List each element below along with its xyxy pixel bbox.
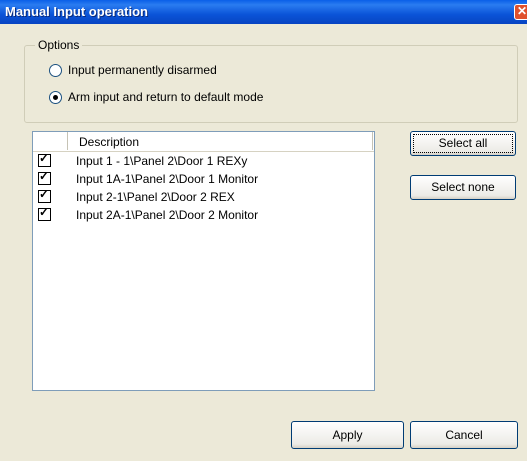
apply-label: Apply (332, 428, 363, 442)
input-list[interactable]: Description ✓ Input 1 - 1\Panel 2\Door 1… (32, 131, 375, 391)
focus-rectangle (413, 134, 513, 153)
checkmark-icon: ✓ (39, 169, 50, 183)
row-description: Input 1 - 1\Panel 2\Door 1 REXy (76, 154, 248, 168)
cancel-label: Cancel (445, 428, 483, 442)
row-description: Input 2-1\Panel 2\Door 2 REX (76, 190, 235, 204)
cancel-button[interactable]: Cancel (410, 421, 518, 449)
dialog-body: Options Input permanently disarmed Arm i… (0, 24, 527, 461)
radio-button[interactable] (49, 63, 62, 77)
header-checkbox-column[interactable] (33, 132, 68, 150)
row-checkbox[interactable]: ✓ (38, 169, 51, 185)
list-header: Description (33, 132, 374, 152)
list-item[interactable]: ✓ Input 1A-1\Panel 2\Door 1 Monitor (33, 170, 374, 188)
options-groupbox (24, 45, 518, 123)
row-checkbox[interactable]: ✓ (38, 151, 51, 167)
close-icon: ✕ (517, 4, 527, 18)
list-item[interactable]: ✓ Input 1 - 1\Panel 2\Door 1 REXy (33, 152, 374, 170)
checkmark-icon: ✓ (39, 205, 50, 219)
row-checkbox[interactable]: ✓ (38, 205, 51, 221)
checkmark-icon: ✓ (39, 151, 50, 165)
radio-label: Input permanently disarmed (68, 63, 217, 77)
radio-permanently-disarmed[interactable]: Input permanently disarmed (49, 62, 217, 78)
list-item[interactable]: ✓ Input 2-1\Panel 2\Door 2 REX (33, 188, 374, 206)
title-bar: Manual Input operation ✕ (0, 0, 527, 24)
row-checkbox[interactable]: ✓ (38, 187, 51, 203)
radio-selected-dot (53, 94, 58, 100)
header-description-label: Description (79, 135, 140, 149)
checkmark-icon: ✓ (39, 187, 50, 201)
select-all-button[interactable]: Select all (410, 131, 516, 156)
radio-arm-and-return[interactable]: Arm input and return to default mode (49, 89, 263, 105)
close-button[interactable]: ✕ (514, 4, 527, 20)
window-title: Manual Input operation (5, 4, 148, 19)
apply-button[interactable]: Apply (291, 421, 404, 449)
row-description: Input 1A-1\Panel 2\Door 1 Monitor (76, 172, 259, 186)
list-item[interactable]: ✓ Input 2A-1\Panel 2\Door 2 Monitor (33, 206, 374, 224)
radio-button[interactable] (49, 90, 62, 104)
select-none-button[interactable]: Select none (410, 175, 516, 200)
row-description: Input 2A-1\Panel 2\Door 2 Monitor (76, 208, 259, 222)
radio-label: Arm input and return to default mode (68, 90, 264, 104)
options-legend: Options (35, 38, 83, 52)
select-none-label: Select none (431, 180, 495, 194)
